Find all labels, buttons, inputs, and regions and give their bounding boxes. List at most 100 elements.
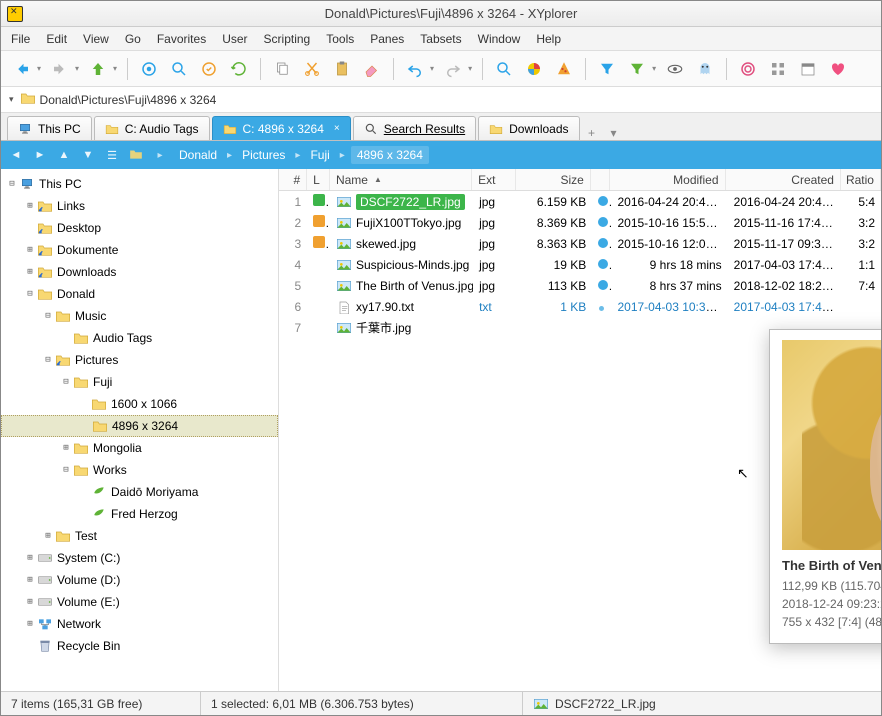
close-icon[interactable]: × bbox=[334, 123, 340, 134]
tree-item[interactable]: ⊞Network bbox=[1, 613, 278, 635]
tree-item[interactable]: ⊞Volume (E:) bbox=[1, 591, 278, 613]
tree-item[interactable]: 4896 x 3264 bbox=[1, 415, 278, 437]
forward-dropdown[interactable]: ▾ bbox=[75, 64, 79, 73]
paste-icon[interactable] bbox=[329, 56, 355, 82]
tree-item[interactable]: ⊟Donald bbox=[1, 283, 278, 305]
tree-item[interactable]: ⊟Works bbox=[1, 459, 278, 481]
tree-item[interactable]: Audio Tags bbox=[1, 327, 278, 349]
refresh-icon[interactable] bbox=[226, 56, 252, 82]
file-row[interactable]: 5The Birth of Venus.jpgjpg113 KB8 hrs 37… bbox=[279, 275, 881, 296]
tab[interactable]: Downloads bbox=[478, 116, 579, 140]
calendar-icon[interactable] bbox=[795, 56, 821, 82]
file-row[interactable]: 1DSCF2722_LR.jpgjpg6.159 KB2016-04-24 20… bbox=[279, 191, 881, 212]
expand-toggle[interactable]: ⊟ bbox=[5, 179, 19, 189]
col-header-label[interactable]: L bbox=[307, 169, 330, 190]
col-header-ext[interactable]: Ext bbox=[472, 169, 516, 190]
filter-icon[interactable] bbox=[594, 56, 620, 82]
tab[interactable]: C: 4896 x 3264× bbox=[212, 116, 351, 140]
address-bar[interactable]: ▾ Donald\Pictures\Fuji\4896 x 3264 bbox=[1, 87, 881, 113]
heart-icon[interactable] bbox=[825, 56, 851, 82]
tree-item[interactable]: ⊞Downloads bbox=[1, 261, 278, 283]
col-header-size[interactable]: Size bbox=[516, 169, 590, 190]
back-button[interactable] bbox=[9, 56, 35, 82]
expand-toggle[interactable]: ⊞ bbox=[23, 201, 37, 211]
tab-dropdown[interactable]: ▾ bbox=[604, 126, 624, 140]
new-tab-button[interactable]: + bbox=[582, 126, 602, 140]
breadcrumb-segment[interactable]: Fuji bbox=[306, 148, 333, 162]
find-icon[interactable] bbox=[491, 56, 517, 82]
expand-toggle[interactable]: ⊞ bbox=[23, 553, 37, 563]
expand-toggle[interactable]: ⊞ bbox=[23, 619, 37, 629]
menu-window[interactable]: Window bbox=[478, 32, 521, 46]
crumb-back-icon[interactable]: ◄ bbox=[7, 149, 25, 161]
expand-toggle[interactable]: ⊞ bbox=[23, 575, 37, 585]
col-header-dot[interactable] bbox=[591, 169, 610, 190]
crumb-fwd-icon[interactable]: ► bbox=[31, 149, 49, 161]
tab[interactable]: Search Results bbox=[353, 116, 476, 140]
menu-tabsets[interactable]: Tabsets bbox=[420, 32, 461, 46]
crumb-menu-icon[interactable]: ☰ bbox=[103, 149, 121, 162]
tree-item[interactable]: ⊟This PC bbox=[1, 173, 278, 195]
tree-item[interactable]: ⊞Test bbox=[1, 525, 278, 547]
expand-toggle[interactable]: ⊞ bbox=[23, 245, 37, 255]
back-dropdown[interactable]: ▾ bbox=[37, 64, 41, 73]
tab[interactable]: This PC bbox=[7, 116, 92, 140]
menu-scripting[interactable]: Scripting bbox=[264, 32, 311, 46]
tree-item[interactable]: ⊟Pictures bbox=[1, 349, 278, 371]
expand-toggle[interactable]: ⊟ bbox=[59, 377, 73, 387]
tree-item[interactable]: ⊞Volume (D:) bbox=[1, 569, 278, 591]
menu-tools[interactable]: Tools bbox=[326, 32, 354, 46]
file-list[interactable]: # L Name▲ Ext Size Modified Created Rati… bbox=[279, 169, 881, 691]
col-header-created[interactable]: Created bbox=[726, 169, 841, 190]
tree-item[interactable]: Daidō Moriyama bbox=[1, 481, 278, 503]
folder-tree[interactable]: ⊟This PC⊞LinksDesktop⊞Dokumente⊞Download… bbox=[1, 169, 279, 691]
search-icon[interactable] bbox=[166, 56, 192, 82]
tree-item[interactable]: ⊞Mongolia bbox=[1, 437, 278, 459]
list-header[interactable]: # L Name▲ Ext Size Modified Created Rati… bbox=[279, 169, 881, 191]
menu-user[interactable]: User bbox=[222, 32, 247, 46]
col-header-ratio[interactable]: Ratio bbox=[841, 169, 881, 190]
col-header-name[interactable]: Name▲ bbox=[330, 169, 472, 190]
menu-favorites[interactable]: Favorites bbox=[157, 32, 206, 46]
spiral-icon[interactable] bbox=[735, 56, 761, 82]
goto-icon[interactable] bbox=[196, 56, 222, 82]
tree-item[interactable]: ⊟Fuji bbox=[1, 371, 278, 393]
tree-item[interactable]: ⊟Music bbox=[1, 305, 278, 327]
col-header-modified[interactable]: Modified bbox=[610, 169, 725, 190]
tree-item[interactable]: ⊞Links bbox=[1, 195, 278, 217]
menu-help[interactable]: Help bbox=[536, 32, 561, 46]
file-row[interactable]: 3skewed.jpgjpg8.363 KB2015-10-16 12:02:4… bbox=[279, 233, 881, 254]
col-header-number[interactable]: # bbox=[279, 169, 307, 190]
menu-view[interactable]: View bbox=[83, 32, 109, 46]
erase-icon[interactable] bbox=[359, 56, 385, 82]
pizza-icon[interactable] bbox=[551, 56, 577, 82]
filter2-icon[interactable] bbox=[624, 56, 650, 82]
expand-toggle[interactable]: ⊟ bbox=[59, 465, 73, 475]
file-row[interactable]: 4Suspicious-Minds.jpgjpg19 KB9 hrs 18 mi… bbox=[279, 254, 881, 275]
breadcrumb-segment[interactable]: Donald bbox=[175, 148, 221, 162]
target-icon[interactable] bbox=[136, 56, 162, 82]
expand-toggle[interactable]: ⊟ bbox=[41, 355, 55, 365]
menu-go[interactable]: Go bbox=[125, 32, 141, 46]
crumb-up-icon[interactable]: ▲ bbox=[55, 149, 73, 161]
breadcrumb-segment[interactable]: 4896 x 3264 bbox=[351, 146, 429, 164]
expand-toggle[interactable]: ⊟ bbox=[41, 311, 55, 321]
titlebar[interactable]: Donald\Pictures\Fuji\4896 x 3264 - XYplo… bbox=[1, 1, 881, 27]
tree-item[interactable]: Fred Herzog bbox=[1, 503, 278, 525]
copy-icon[interactable] bbox=[269, 56, 295, 82]
expand-toggle[interactable]: ⊞ bbox=[59, 443, 73, 453]
tree-item[interactable]: ⊞Dokumente bbox=[1, 239, 278, 261]
file-row[interactable]: 2FujiX100TTokyo.jpgjpg8.369 KB2015-10-16… bbox=[279, 212, 881, 233]
crumb-folder-icon[interactable] bbox=[127, 148, 145, 163]
expand-toggle[interactable]: ⊞ bbox=[41, 531, 55, 541]
address-dropdown-icon[interactable]: ▾ bbox=[9, 94, 14, 105]
expand-toggle[interactable]: ⊞ bbox=[23, 267, 37, 277]
eye-icon[interactable] bbox=[662, 56, 688, 82]
tree-item[interactable]: Recycle Bin bbox=[1, 635, 278, 657]
tree-item[interactable]: Desktop bbox=[1, 217, 278, 239]
crumb-down-icon[interactable]: ▼ bbox=[79, 149, 97, 161]
forward-button[interactable] bbox=[47, 56, 73, 82]
breadcrumb-segment[interactable]: Pictures bbox=[238, 148, 289, 162]
colorwheel-icon[interactable] bbox=[521, 56, 547, 82]
tree-item[interactable]: 1600 x 1066 bbox=[1, 393, 278, 415]
